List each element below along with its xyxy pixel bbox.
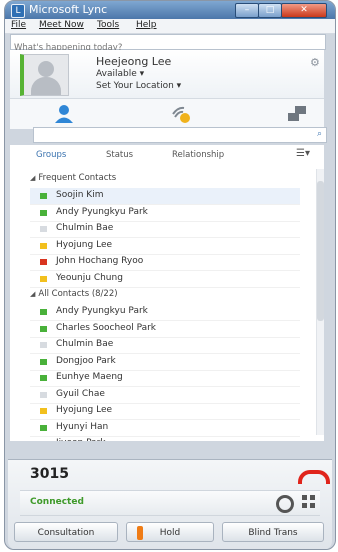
view-tabs: Groups Status Relationship ☰▾ [10,145,324,166]
contact-name: Dongjoo Park [56,355,116,366]
contact-list-scrollbar[interactable] [316,169,324,435]
hang-up-icon[interactable] [298,470,330,484]
avatar-body-shape [31,77,61,95]
mute-icon[interactable] [276,495,294,513]
contact-row[interactable]: Gyuil Chae [30,387,300,404]
presence-indicator [40,325,47,332]
presence-indicator [40,424,47,431]
menu-help[interactable]: Help [136,20,157,30]
group-title: Frequent Contacts [38,173,117,183]
search-icon[interactable]: ⌕ [317,129,322,139]
hold-label: Hold [159,528,181,538]
contact-name: Charles Soocheol Park [56,322,157,333]
contact-row[interactable]: Soojin Kim [30,188,300,205]
call-status: Connected [30,497,84,507]
presence-indicator [40,342,47,348]
maximize-button[interactable]: □ [258,3,282,18]
contact-name: John Hochang Ryoo [56,256,144,266]
menu-tools[interactable]: Tools [97,20,119,30]
location-dropdown[interactable]: Set Your Location ▾ [96,81,181,91]
contact-name: Chulmin Bae [56,223,114,233]
presence-indicator [40,242,47,249]
menu-bar: File Meet Now Tools Help [5,19,335,34]
scrollbar-thumb[interactable] [317,181,324,321]
contact-name: Eunhye Maeng [56,372,123,382]
presence-indicator [40,391,47,398]
contact-row[interactable]: Hyojung Lee [30,403,300,420]
contact-row[interactable]: Chulmin Bae [30,337,300,354]
call-number: 3015 [30,466,69,482]
profile-name: Heejeong Lee [96,55,172,68]
contact-name: Andy Pyungkyu Park [56,206,148,217]
presence-indicator [40,193,47,199]
hold-indicator [137,526,143,540]
contact-name: Hyojung Lee [56,239,113,250]
group-header[interactable]: ◢ Frequent Contacts [30,173,116,183]
menu-meet-now[interactable]: Meet Now [39,20,84,30]
group-title: All Contacts (8/22) [38,289,118,299]
status-message-box[interactable] [10,34,326,55]
profile-panel: Heejeong Lee Available ▾ Set Your Locati… [10,50,324,98]
dialpad-icon[interactable] [302,495,316,509]
call-status-bar: Connected [20,490,320,516]
contact-row[interactable]: Eunhye Maeng [30,370,300,387]
presence-indicator [40,309,47,315]
contact-row[interactable]: Yeounju Chung [30,271,300,288]
contact-name: Jiyeon Park [56,438,106,441]
collapse-triangle-icon[interactable]: ◢ [30,290,35,298]
tab-groups[interactable]: Groups [36,150,66,160]
collapse-triangle-icon[interactable]: ◢ [30,174,35,182]
contact-name: Gyuil Chae [56,388,105,399]
presence-tab-icon[interactable] [170,104,192,124]
contact-row[interactable]: Andy Pyungkyu Park [30,304,300,321]
call-button-row: Consultation Hold Blind Trans [14,522,326,544]
close-button[interactable]: ✕ [281,3,327,18]
contact-name: Hyojung Lee [56,405,113,415]
contact-name: Yeounju Chung [56,272,123,283]
presence-indicator [40,408,47,414]
contact-row[interactable]: Jiyeon Park [30,436,300,441]
call-panel: 3015 Connected Consultation Hold Blind T… [8,459,332,549]
window-title: Microsoft Lync [29,3,108,16]
consultation-button[interactable]: Consultation [14,522,118,542]
contact-row[interactable]: Hyunyi Han [30,420,300,437]
blind-transfer-button[interactable]: Blind Trans [222,522,324,542]
presence-indicator [40,259,47,265]
menu-file[interactable]: File [11,20,26,30]
contact-row[interactable]: Charles Soocheol Park [30,321,300,338]
hold-button[interactable]: Hold [126,522,214,542]
presence-indicator [40,375,47,381]
tab-relationship[interactable]: Relationship [172,150,224,160]
list-options-icon[interactable]: ☰▾ [296,148,310,159]
contacts-tab-icon[interactable] [53,104,75,124]
minimize-button[interactable]: – [235,3,259,18]
contact-row[interactable]: Andy Pyungkyu Park [30,205,300,222]
contact-row[interactable]: Chulmin Bae [30,221,300,238]
contact-name: Chulmin Bae [56,339,114,349]
availability-dropdown[interactable]: Available ▾ [96,69,144,79]
contact-name: Soojin Kim [56,190,104,200]
contact-name: Hyunyi Han [56,421,109,432]
lync-app-icon: L [11,4,25,18]
presence-indicator [40,358,47,365]
lync-window: L Microsoft Lync – □ ✕ File Meet Now Too… [4,0,336,550]
presence-indicator [40,209,47,216]
presence-indicator [40,226,47,232]
group-header[interactable]: ◢ All Contacts (8/22) [30,289,118,299]
avatar[interactable] [20,54,69,96]
contact-row[interactable]: Dongjoo Park [30,354,300,371]
conversations-tab-icon[interactable] [286,104,308,124]
contact-list: ◢ Frequent Contacts Soojin Kim Andy Pyungky… [10,165,324,441]
title-bar: L Microsoft Lync – □ ✕ [5,1,335,19]
contact-name: Andy Pyungkyu Park [56,306,148,316]
tab-status[interactable]: Status [106,150,133,160]
options-gear-icon[interactable]: ⚙ [310,56,320,69]
presence-indicator [40,275,47,282]
avatar-head-shape [38,61,54,77]
contact-row[interactable]: John Hochang Ryoo [30,254,300,271]
contact-row[interactable]: Hyojung Lee [30,238,300,255]
main-tab-row [10,98,324,129]
search-input[interactable]: ⌕ [33,127,327,143]
